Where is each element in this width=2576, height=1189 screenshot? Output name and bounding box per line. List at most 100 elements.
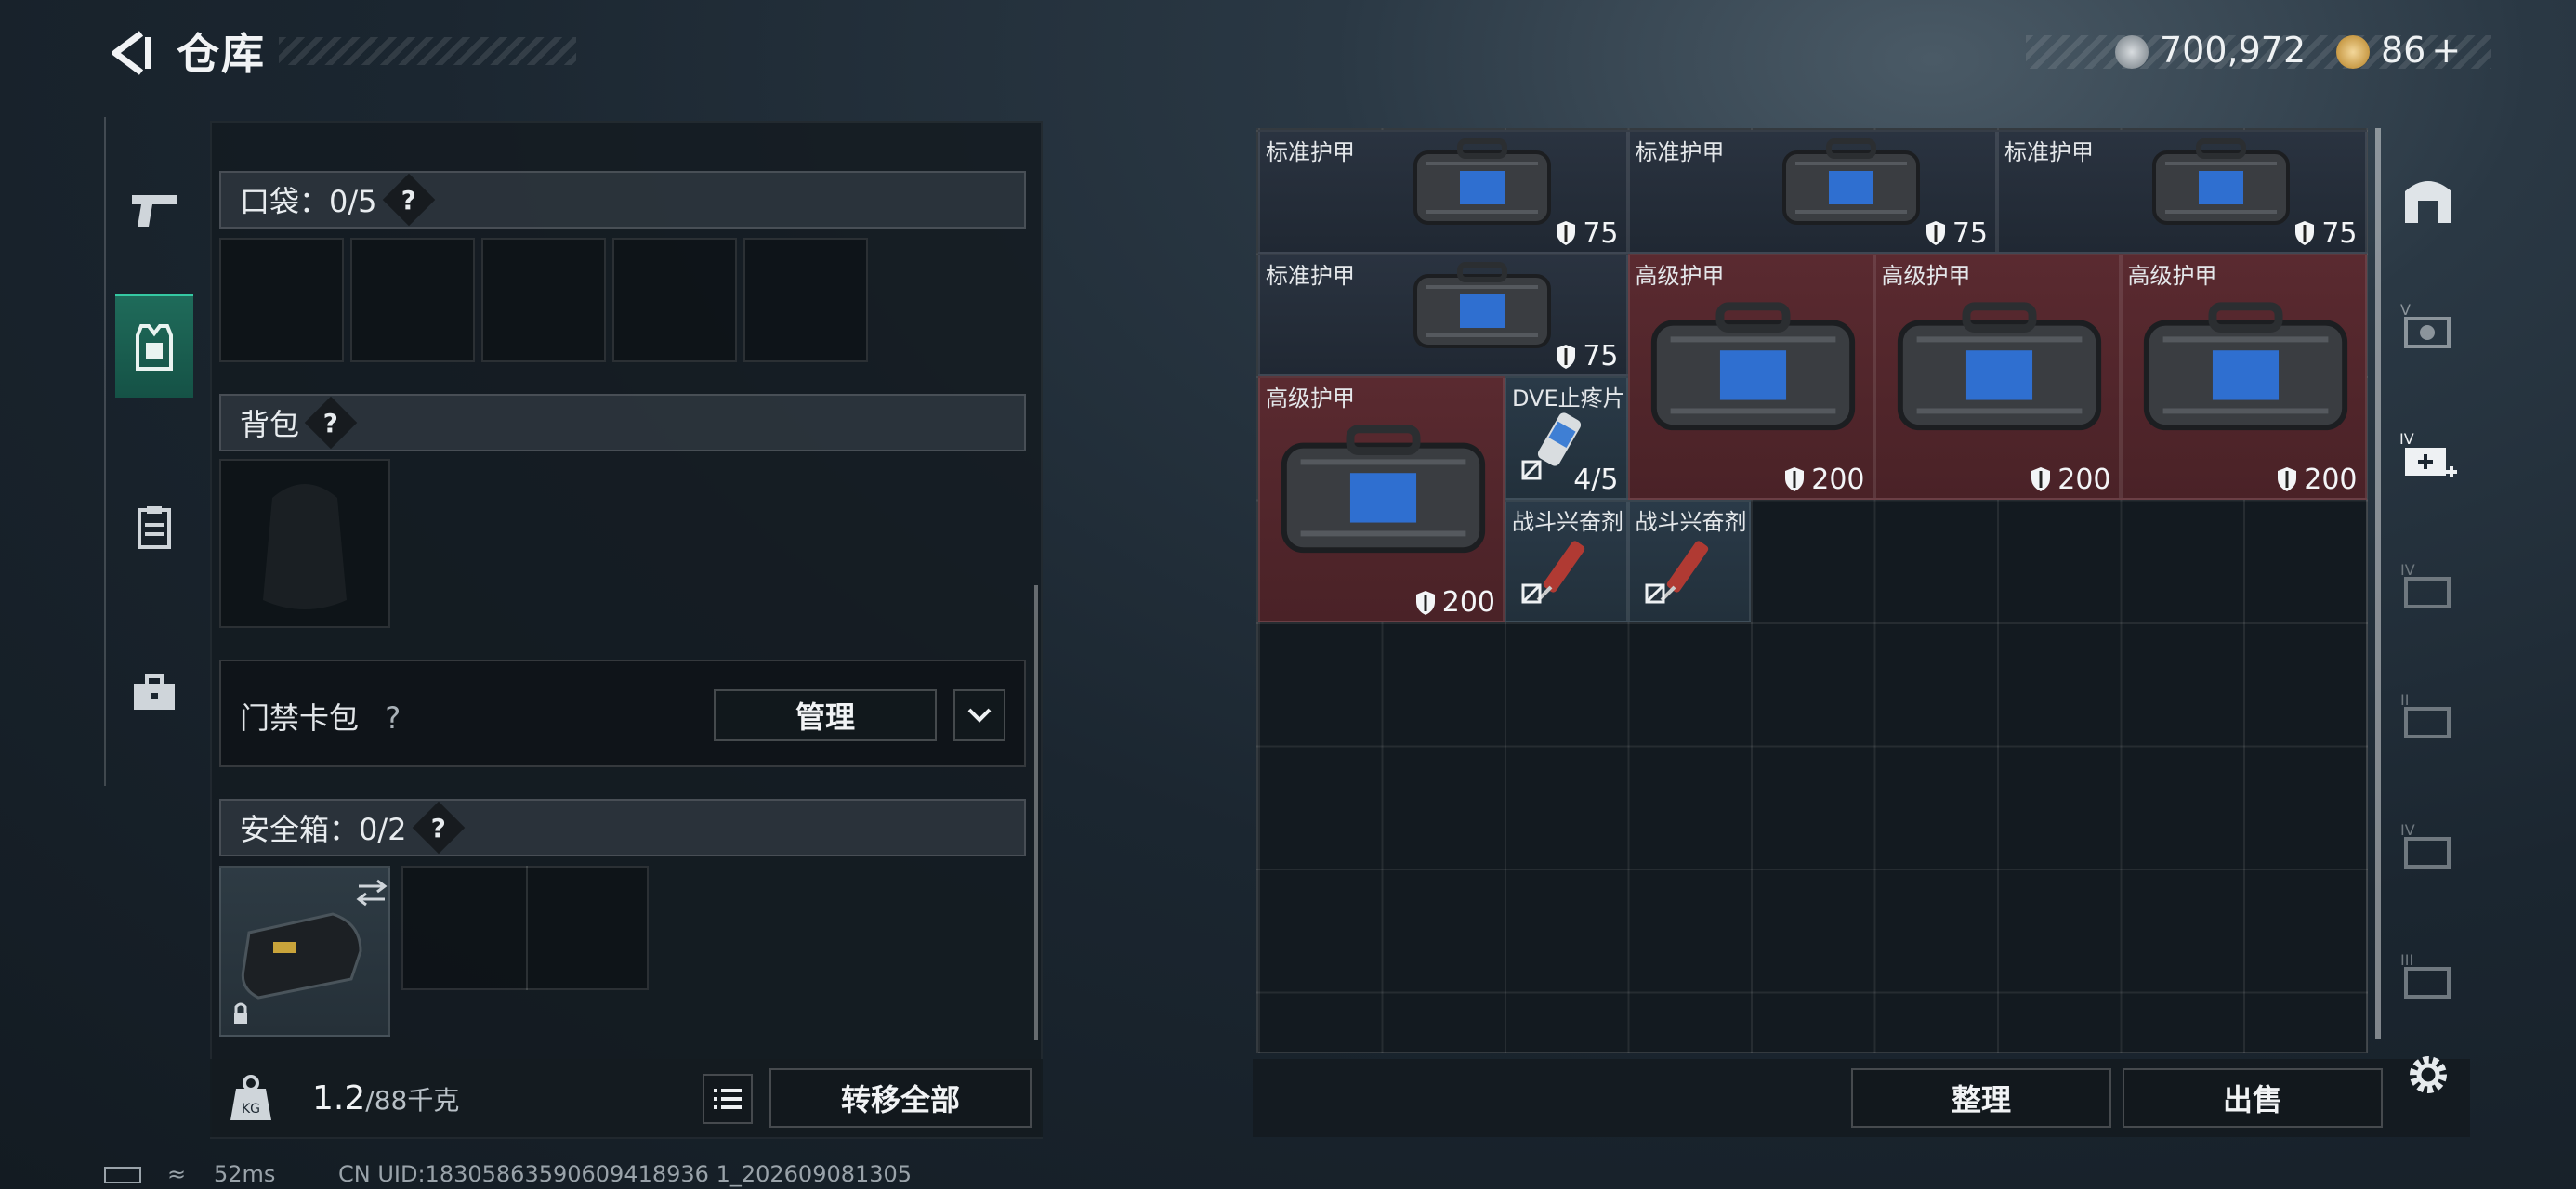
gear-icon — [2410, 1056, 2447, 1093]
warehouse-icon — [2405, 181, 2451, 223]
ammo-case-icon: IV — [2400, 821, 2451, 869]
item-name: 标准护甲 — [1266, 139, 1355, 165]
weight-icon: KG — [227, 1074, 275, 1122]
backpack-silhouette-icon — [263, 484, 347, 609]
item-name: 高级护甲 — [2127, 262, 2217, 289]
backpack-help-icon[interactable]: ? — [304, 396, 358, 450]
pistol-icon — [132, 195, 177, 227]
armor-case-icon — [2151, 138, 2290, 225]
item-value: 200 — [1783, 464, 1865, 496]
uid-readout: CN UID:18305863590609418936 1_2026090813… — [338, 1161, 913, 1187]
safebox-slot[interactable] — [401, 866, 649, 990]
armor-item[interactable]: 高级护甲 200 — [1258, 376, 1505, 622]
ping-readout: 52ms — [214, 1161, 276, 1187]
pocket-slot[interactable] — [612, 238, 737, 362]
armor-case-icon — [1413, 261, 1551, 348]
consumable-item[interactable]: DVE止疼片 4/5 — [1505, 376, 1628, 500]
armor-item[interactable]: 标准护甲 75 — [1627, 130, 1997, 254]
loadout-scrollbar[interactable] — [1034, 585, 1038, 1040]
expand-dropdown-button[interactable] — [953, 689, 1005, 741]
backpack-header: 背包 ? — [219, 394, 1026, 451]
armor-item[interactable]: 标准护甲 75 — [1258, 130, 1628, 254]
weight-readout: 1.2/88千克 — [312, 1079, 459, 1117]
armor-vest-icon — [136, 323, 173, 371]
armor-case-icon — [1413, 138, 1551, 225]
list-view-button[interactable] — [703, 1074, 753, 1124]
safebox-help-icon[interactable]: ? — [412, 801, 465, 855]
sell-button[interactable]: 出售 — [2123, 1068, 2383, 1128]
tab-toolbox[interactable] — [115, 641, 193, 745]
armor-case-icon — [2143, 301, 2347, 430]
pocket-slot[interactable] — [219, 238, 344, 362]
item-value: 200 — [2030, 464, 2111, 496]
battery-icon — [104, 1167, 141, 1183]
chevron-down-icon — [967, 708, 992, 723]
consumable-item[interactable]: 战斗兴奋剂 — [1505, 499, 1628, 622]
wifi-icon: ≈ — [167, 1161, 187, 1187]
settings-button[interactable] — [2388, 1024, 2468, 1126]
weapon-case-icon: V — [2400, 301, 2451, 348]
item-name: 标准护甲 — [1635, 139, 1725, 165]
item-value: 75 — [1555, 217, 1619, 250]
toolbox-icon — [134, 674, 175, 710]
item-value: 4/5 — [1573, 463, 1619, 496]
item-value: 75 — [2293, 217, 2358, 250]
access-card-help-icon[interactable]: ? — [385, 700, 401, 736]
svg-text:V: V — [2400, 301, 2411, 319]
gold-currency-amount: 86 + — [2381, 30, 2461, 71]
armor-case-icon — [1897, 301, 2101, 430]
item-value: 75 — [1555, 340, 1619, 372]
safebox-header: 安全箱：0/2 ? — [219, 799, 1026, 856]
medical-case-icon: IV — [2399, 430, 2457, 477]
transfer-all-button[interactable]: 转移全部 — [769, 1068, 1032, 1128]
silver-currency-amount: 700,972 — [2160, 30, 2307, 71]
item-name: 标准护甲 — [1266, 262, 1355, 289]
silver-coin-icon — [2115, 35, 2149, 69]
category-level-3[interactable]: IV — [2388, 535, 2468, 637]
backpack-label: 背包 — [240, 407, 300, 442]
item-value: 200 — [2276, 464, 2358, 496]
category-level-6[interactable]: III — [2388, 925, 2468, 1027]
manage-button[interactable]: 管理 — [714, 689, 937, 741]
gold-currency-value: 86 — [2381, 30, 2426, 71]
category-all[interactable] — [2388, 149, 2468, 251]
warehouse-grid[interactable]: 标准护甲 75 标准护甲 75 标准护甲 75 标准护甲 75 高级护甲 200 高级护甲 200 高级… — [1256, 128, 2368, 1053]
armor-item[interactable]: 标准护甲 75 — [1997, 130, 2367, 254]
svg-text:III: III — [2400, 951, 2413, 969]
tab-weapons[interactable] — [115, 158, 193, 262]
consumable-item[interactable]: 战斗兴奋剂 — [1627, 499, 1751, 622]
item-name: 高级护甲 — [1635, 262, 1725, 289]
pockets-help-icon[interactable]: ? — [382, 173, 435, 227]
gold-coin-icon — [2336, 35, 2370, 69]
svg-text:IV: IV — [2400, 561, 2415, 579]
pockets-header: 口袋：0/5 ? — [219, 171, 1026, 229]
pocket-slot[interactable] — [743, 238, 868, 362]
back-arrow-icon[interactable] — [104, 28, 154, 78]
category-level-2[interactable]: IV — [2388, 405, 2468, 507]
category-level-5[interactable]: IV — [2388, 795, 2468, 897]
pocket-slot[interactable] — [481, 238, 606, 362]
category-level-1[interactable]: V — [2388, 275, 2468, 377]
category-level-4[interactable]: II — [2388, 665, 2468, 767]
warehouse-scrollbar[interactable] — [2375, 128, 2381, 1039]
armor-item[interactable]: 标准护甲 75 — [1258, 253, 1628, 376]
gold-add-button[interactable]: + — [2431, 30, 2461, 71]
armor-case-icon — [1782, 138, 1921, 225]
backpack-slot[interactable] — [219, 459, 390, 628]
armor-item[interactable]: 高级护甲 200 — [1627, 253, 1874, 500]
armor-case-icon — [1281, 425, 1486, 554]
safebox-container-slot[interactable] — [219, 866, 390, 1037]
armor-item[interactable]: 高级护甲 200 — [1873, 253, 2121, 500]
item-name: 标准护甲 — [2004, 139, 2094, 165]
pockets-label: 口袋：0/5 — [240, 184, 377, 219]
list-icon — [714, 1089, 742, 1109]
sort-button[interactable]: 整理 — [1851, 1068, 2111, 1128]
tab-consumables[interactable] — [115, 476, 193, 580]
tab-equipment[interactable] — [115, 294, 193, 398]
svg-text:KG: KG — [242, 1102, 260, 1117]
safebox-item-icon — [234, 879, 388, 1024]
item-value: 200 — [1414, 586, 1495, 619]
armor-item[interactable]: 高级护甲 200 — [2120, 253, 2367, 500]
pocket-slot[interactable] — [350, 238, 475, 362]
armor-case-icon — [1650, 301, 1855, 430]
